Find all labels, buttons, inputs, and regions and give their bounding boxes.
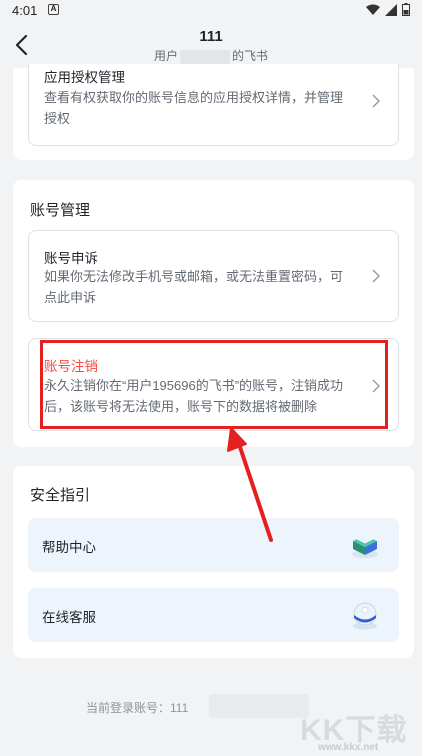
page-title: 111 xyxy=(199,28,223,45)
signal-icon xyxy=(385,3,397,16)
chevron-right-icon xyxy=(372,379,380,393)
safety-guide-card: 安全指引 帮助中心 在线客服 xyxy=(13,466,414,658)
battery-icon xyxy=(402,3,410,16)
account-delete-item[interactable]: 账号注销 永久注销你在“用户195696的飞书”的账号，注销成功后，该账号将无法… xyxy=(28,338,399,431)
help-center-icon xyxy=(352,534,378,558)
nav-bar: 111 用户 的飞书 xyxy=(0,22,422,68)
app-authorization-item[interactable]: 应用授权管理 查看有权获取你的账号信息的应用授权详情，并管理授权 xyxy=(28,64,399,146)
redacted-block xyxy=(180,49,230,64)
redacted-block xyxy=(209,694,309,718)
watermark-url: www.kkx.net xyxy=(318,742,379,753)
account-delete-desc: 永久注销你在“用户195696的飞书”的账号，注销成功后，该账号将无法使用，账号… xyxy=(44,378,344,414)
subtitle-right: 的飞书 xyxy=(232,49,269,63)
help-center-label: 帮助中心 xyxy=(42,540,96,555)
chevron-right-icon xyxy=(372,269,380,283)
account-appeal-title: 账号申诉 xyxy=(44,251,98,266)
customer-service-icon xyxy=(353,602,377,630)
app-authorization-title: 应用授权管理 xyxy=(44,70,125,85)
account-delete-title: 账号注销 xyxy=(44,359,98,374)
app-authorization-desc: 查看有权获取你的账号信息的应用授权详情，并管理授权 xyxy=(44,90,344,126)
auth-card: 应用授权管理 查看有权获取你的账号信息的应用授权详情，并管理授权 xyxy=(13,64,414,160)
account-section-title: 账号管理 xyxy=(30,202,91,219)
notification-a-icon: A xyxy=(48,4,59,15)
safety-section-title: 安全指引 xyxy=(30,487,91,504)
current-account-label: 当前登录账号：111 xyxy=(86,701,189,715)
page-subtitle: 用户 的飞书 xyxy=(0,47,422,64)
status-bar: 4:01 A xyxy=(0,0,422,22)
account-management-card: 账号管理 账号申诉 如果你无法修改手机号或邮箱，或无法重置密码，可点此申诉 账号… xyxy=(13,180,414,447)
account-appeal-desc: 如果你无法修改手机号或邮箱，或无法重置密码，可点此申诉 xyxy=(44,269,344,305)
status-time: 4:01 xyxy=(12,3,38,18)
subtitle-left: 用户 xyxy=(153,49,178,63)
wifi-icon xyxy=(366,4,380,15)
status-icons xyxy=(366,3,410,16)
online-service-label: 在线客服 xyxy=(42,610,96,625)
help-center-item[interactable]: 帮助中心 xyxy=(28,518,399,572)
chevron-right-icon xyxy=(372,94,380,108)
online-service-item[interactable]: 在线客服 xyxy=(28,588,399,642)
account-appeal-item[interactable]: 账号申诉 如果你无法修改手机号或邮箱，或无法重置密码，可点此申诉 xyxy=(28,230,399,322)
